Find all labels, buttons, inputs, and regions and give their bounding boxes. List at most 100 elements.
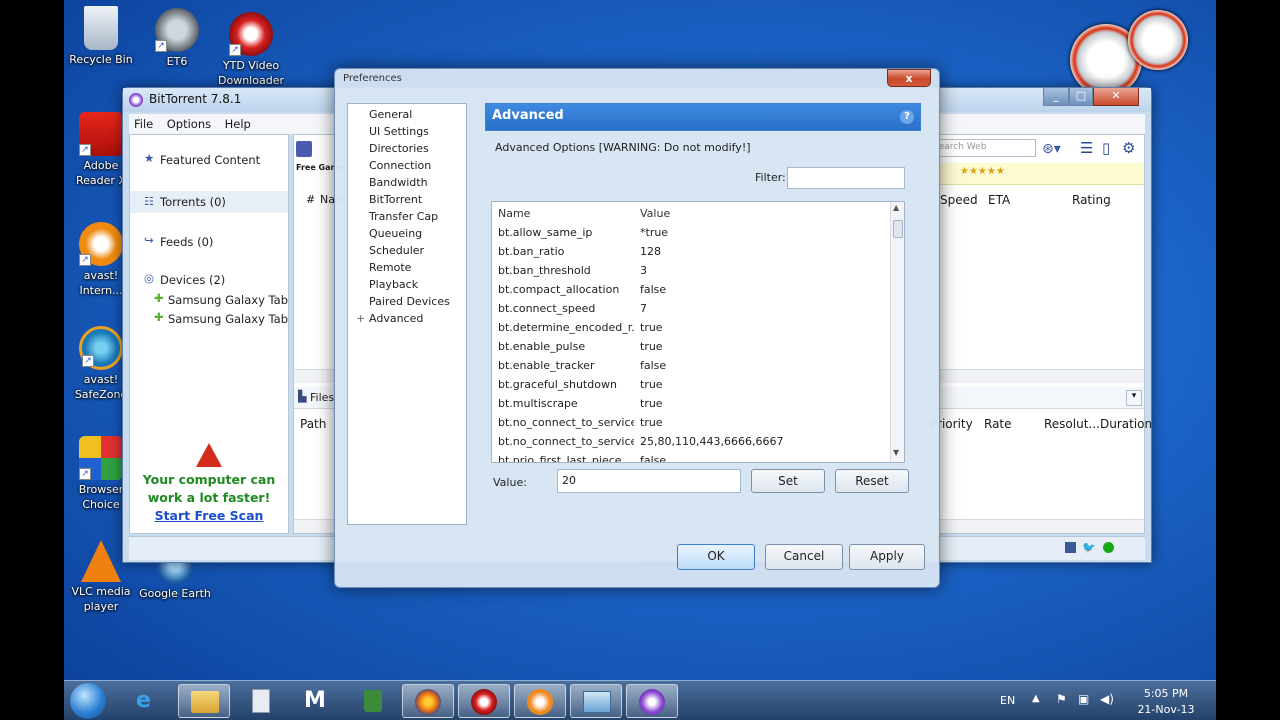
grid-row[interactable]: bt.enable_tracker false [492, 356, 890, 375]
col-hash[interactable]: # [306, 193, 315, 206]
scroll-thumb[interactable] [893, 220, 903, 238]
list-view-icon[interactable]: ☰ [1080, 139, 1093, 157]
menu-file[interactable]: File [129, 114, 158, 134]
sidebar-item-device-2[interactable]: Samsung Galaxy Tab [168, 312, 288, 326]
torrents-icon: ☷ [144, 195, 154, 208]
close-icon[interactable]: x [887, 69, 931, 87]
sidebar-item-torrents-row[interactable]: ☷ Torrents (0) [130, 191, 288, 213]
help-icon[interactable]: ? [900, 110, 914, 124]
col-speed[interactable]: Speed [940, 193, 978, 207]
tree-item-bandwidth[interactable]: Bandwidth [369, 176, 428, 189]
ad-text: Your computer can work a lot faster! Sta… [130, 471, 288, 525]
cancel-button[interactable]: Cancel [765, 544, 843, 570]
file-col-rate[interactable]: Rate [984, 417, 1012, 431]
grid-row[interactable]: bt.no_connect_to_services true [492, 413, 890, 432]
search-engine-icon[interactable]: ⊛▾ [1042, 141, 1061, 157]
taskbar-window-icon[interactable] [570, 684, 622, 718]
desktop-icon-et6[interactable]: ↗ ET6 [140, 8, 214, 69]
file-col-path[interactable]: Path [300, 417, 326, 431]
tree-item-playback[interactable]: Playback [369, 278, 418, 291]
grid-col-name[interactable]: Name [498, 207, 530, 220]
vertical-scrollbar[interactable]: ▲ ▼ [890, 202, 904, 462]
tree-item-remote[interactable]: Remote [369, 261, 411, 274]
tree-item-bittorrent[interactable]: BitTorrent [369, 193, 422, 206]
status-ok-icon [1103, 542, 1114, 553]
grid-row[interactable]: bt.allow_same_ip *true [492, 223, 890, 242]
taskbar-bittorrent-icon[interactable] [626, 684, 678, 718]
tray-volume-icon[interactable]: ◀) [1100, 692, 1114, 706]
menu-help[interactable]: Help [220, 114, 256, 134]
value-input[interactable]: 20 [557, 469, 741, 493]
tray-chevron-icon[interactable]: ▲ [1032, 693, 1040, 704]
taskbar-app-icon[interactable] [346, 684, 398, 718]
col-rating[interactable]: Rating [1072, 193, 1111, 207]
grid-row[interactable]: bt.no_connect_to_service... 25,80,110,443… [492, 432, 890, 451]
taskbar-media-icon[interactable] [514, 684, 566, 718]
sidebar-item-featured[interactable]: Featured Content [160, 153, 260, 167]
tree-item-transfer-cap[interactable]: Transfer Cap [369, 210, 438, 223]
sidebar-item-devices[interactable]: Devices (2) [160, 273, 225, 287]
tab-files[interactable]: Files [310, 391, 334, 404]
taskbar-ie-icon[interactable]: e [122, 684, 174, 718]
sidebar-item-feeds[interactable]: Feeds (0) [160, 235, 213, 249]
set-button[interactable]: Set [751, 469, 825, 493]
grid-row[interactable]: bt.enable_pulse true [492, 337, 890, 356]
add-torrent-icon[interactable] [296, 141, 312, 157]
reset-button[interactable]: Reset [835, 469, 909, 493]
grid-row[interactable]: bt.ban_threshold 3 [492, 261, 890, 280]
grid-row[interactable]: bt.compact_allocation false [492, 280, 890, 299]
tree-item-ui-settings[interactable]: UI Settings [369, 125, 429, 138]
minimize-icon[interactable]: _ [1043, 88, 1069, 106]
sidebar-item-device-1[interactable]: Samsung Galaxy Tab [168, 293, 288, 307]
grid-row[interactable]: bt.multiscrape true [492, 394, 890, 413]
meter-gadget-icon[interactable] [1128, 10, 1188, 70]
language-indicator[interactable]: EN [1000, 694, 1015, 707]
filter-input[interactable] [787, 167, 905, 189]
file-col-resolution[interactable]: Resolut... [1044, 417, 1100, 431]
start-free-scan-link[interactable]: Start Free Scan [130, 507, 288, 525]
grid-row[interactable]: bt.determine_encoded_r... true [492, 318, 890, 337]
tree-item-general[interactable]: General [369, 108, 412, 121]
tree-item-scheduler[interactable]: Scheduler [369, 244, 424, 257]
tree-item-advanced[interactable]: Advanced [369, 312, 423, 325]
ok-button[interactable]: OK [677, 544, 755, 570]
menu-options[interactable]: Options [162, 114, 216, 134]
maximize-icon[interactable]: □ [1069, 88, 1093, 106]
grid-row[interactable]: bt.graceful_shutdown true [492, 375, 890, 394]
tree-expander-icon[interactable]: + [356, 312, 365, 325]
tray-network-icon[interactable]: ▣ [1078, 692, 1089, 706]
clock[interactable]: 5:05 PM 21-Nov-13 [1134, 686, 1198, 718]
taskbar-firefox-icon[interactable] [402, 684, 454, 718]
grid-row-name: bt.connect_speed [498, 302, 596, 315]
scroll-down-icon[interactable]: ▼ [893, 448, 899, 457]
close-icon[interactable]: ✕ [1093, 88, 1139, 106]
tree-item-connection[interactable]: Connection [369, 159, 431, 172]
grid-row-name: bt.ban_threshold [498, 264, 591, 277]
start-button-icon[interactable] [70, 683, 106, 719]
apply-button[interactable]: Apply [849, 544, 925, 570]
grid-row[interactable]: bt.prio_first_last_piece false [492, 451, 890, 462]
col-eta[interactable]: ETA [988, 193, 1010, 207]
tree-item-directories[interactable]: Directories [369, 142, 429, 155]
search-input[interactable]: Search Web [930, 139, 1036, 157]
tree-item-queueing[interactable]: Queueing [369, 227, 422, 240]
facebook-icon[interactable] [1065, 542, 1076, 553]
grid-row[interactable]: bt.connect_speed 7 [492, 299, 890, 318]
taskbar-ytd-icon[interactable] [458, 684, 510, 718]
promo-banner[interactable]: ★★★★★ [934, 163, 1144, 185]
grid-col-value[interactable]: Value [640, 207, 670, 220]
remote-icon[interactable]: ▯ [1102, 139, 1110, 157]
taskbar-explorer-icon[interactable] [178, 684, 230, 718]
taskbar-m-icon[interactable]: M [290, 684, 342, 718]
desktop-icon-ytd[interactable]: ↗ YTD Video Downloader [214, 12, 288, 88]
tray-flag-icon[interactable]: ⚑ [1056, 692, 1067, 706]
twitter-icon[interactable]: 🐦 [1082, 541, 1096, 554]
file-col-duration[interactable]: Duration [1100, 417, 1152, 431]
tree-item-paired-devices[interactable]: Paired Devices [369, 295, 450, 308]
gear-icon[interactable]: ⚙ [1122, 139, 1135, 157]
taskbar-document-icon[interactable] [234, 684, 286, 718]
desktop-icon-recycle-bin[interactable]: Recycle Bin [64, 6, 138, 67]
expand-icon[interactable]: ▾ [1126, 390, 1142, 406]
grid-row[interactable]: bt.ban_ratio 128 [492, 242, 890, 261]
scroll-up-icon[interactable]: ▲ [893, 203, 899, 212]
